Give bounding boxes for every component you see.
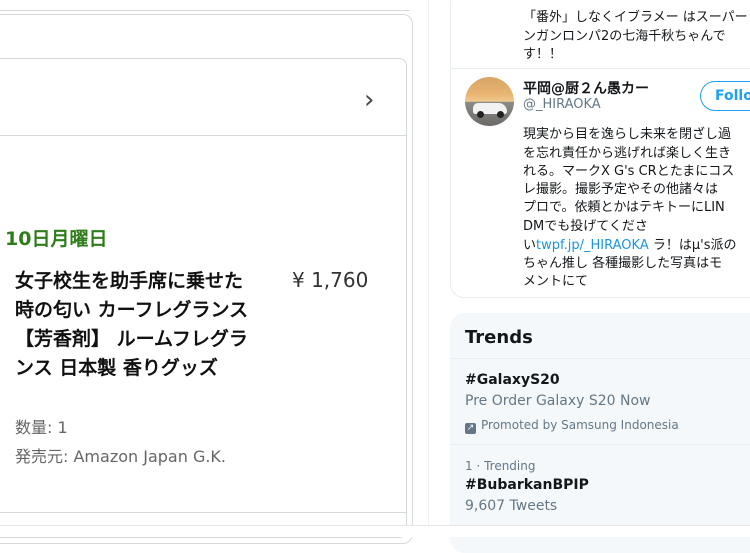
bio-line: れる。マークX G's CRとたまにコス bbox=[523, 164, 735, 179]
trend-tag[interactable]: #GalaxyS20 bbox=[465, 372, 560, 388]
prev-tweet-line: す！！ bbox=[523, 47, 563, 62]
row-divider bbox=[0, 135, 407, 136]
quantity: 数量: 1 bbox=[15, 418, 68, 437]
bio-line-with-link: いtwpf.jp/_HIRAOKA ラ！はµ's派の bbox=[523, 234, 736, 253]
delivery-date: 10日月曜日 bbox=[5, 228, 108, 250]
trend-tag[interactable]: #BubarkanBPIP bbox=[465, 477, 589, 493]
trend-promoted: ↗ Promoted by Samsung Indonesia bbox=[465, 418, 679, 434]
bio-line: DMでも投げてくださ bbox=[523, 219, 648, 234]
user-display-name[interactable]: 平岡@厨２ん愚カー bbox=[523, 78, 649, 98]
chevron-right-icon[interactable]: › bbox=[364, 85, 374, 115]
follow-button[interactable]: Follow bbox=[700, 81, 750, 111]
bio-line: を忘れ責任から逃げれば楽しく生き bbox=[523, 146, 732, 161]
prev-tweet-line: 「番外」しなくイブラメー はスーパー bbox=[523, 10, 748, 25]
row-divider bbox=[0, 512, 407, 513]
product-title[interactable]: 女子校生を助手席に乗せた時の匂い カーフレグランス 【芳香剤】 ルームフレグラン… bbox=[15, 267, 260, 383]
avatar[interactable] bbox=[465, 77, 514, 126]
tweet-divider bbox=[450, 68, 750, 69]
trend-divider bbox=[450, 358, 750, 359]
column-divider bbox=[428, 0, 429, 536]
trend-rank: 1 · Trending bbox=[465, 459, 536, 473]
user-handle[interactable]: @_HIRAOKA bbox=[523, 97, 601, 112]
seller: 発売元: Amazon Japan G.K. bbox=[15, 447, 227, 466]
bio-line: プロで。依頼とかはテキトーにLIN bbox=[523, 200, 725, 215]
trend-subtitle: Pre Order Galaxy S20 Now bbox=[465, 393, 651, 409]
top-divider bbox=[0, 0, 410, 11]
prev-tweet-line: ンガンロンパ2の七海千秋ちゃんで bbox=[523, 29, 726, 44]
trend-subtitle: 9,607 Tweets bbox=[465, 498, 558, 514]
bio-line: ちゃん推し 各種撮影した写真はモ bbox=[523, 256, 723, 271]
bio-text: ラ！はµ's派の bbox=[648, 238, 737, 253]
trends-title: Trends bbox=[465, 327, 533, 348]
bottom-bar bbox=[0, 525, 750, 537]
promoted-icon: ↗ bbox=[465, 423, 476, 434]
product-price: ¥ 1,760 bbox=[292, 268, 369, 292]
bio-text: い bbox=[523, 238, 537, 253]
trend-divider bbox=[450, 444, 750, 445]
bio-link[interactable]: twpf.jp/_HIRAOKA bbox=[536, 238, 649, 253]
bio-line: レ撮影。撮影予定やその他諸々は bbox=[523, 182, 719, 197]
bio-line: 現実から目を逸らし未来を閉ざし過 bbox=[523, 127, 732, 142]
promoted-text: Promoted by Samsung Indonesia bbox=[481, 418, 679, 432]
bio-line: メントにて bbox=[523, 274, 589, 289]
